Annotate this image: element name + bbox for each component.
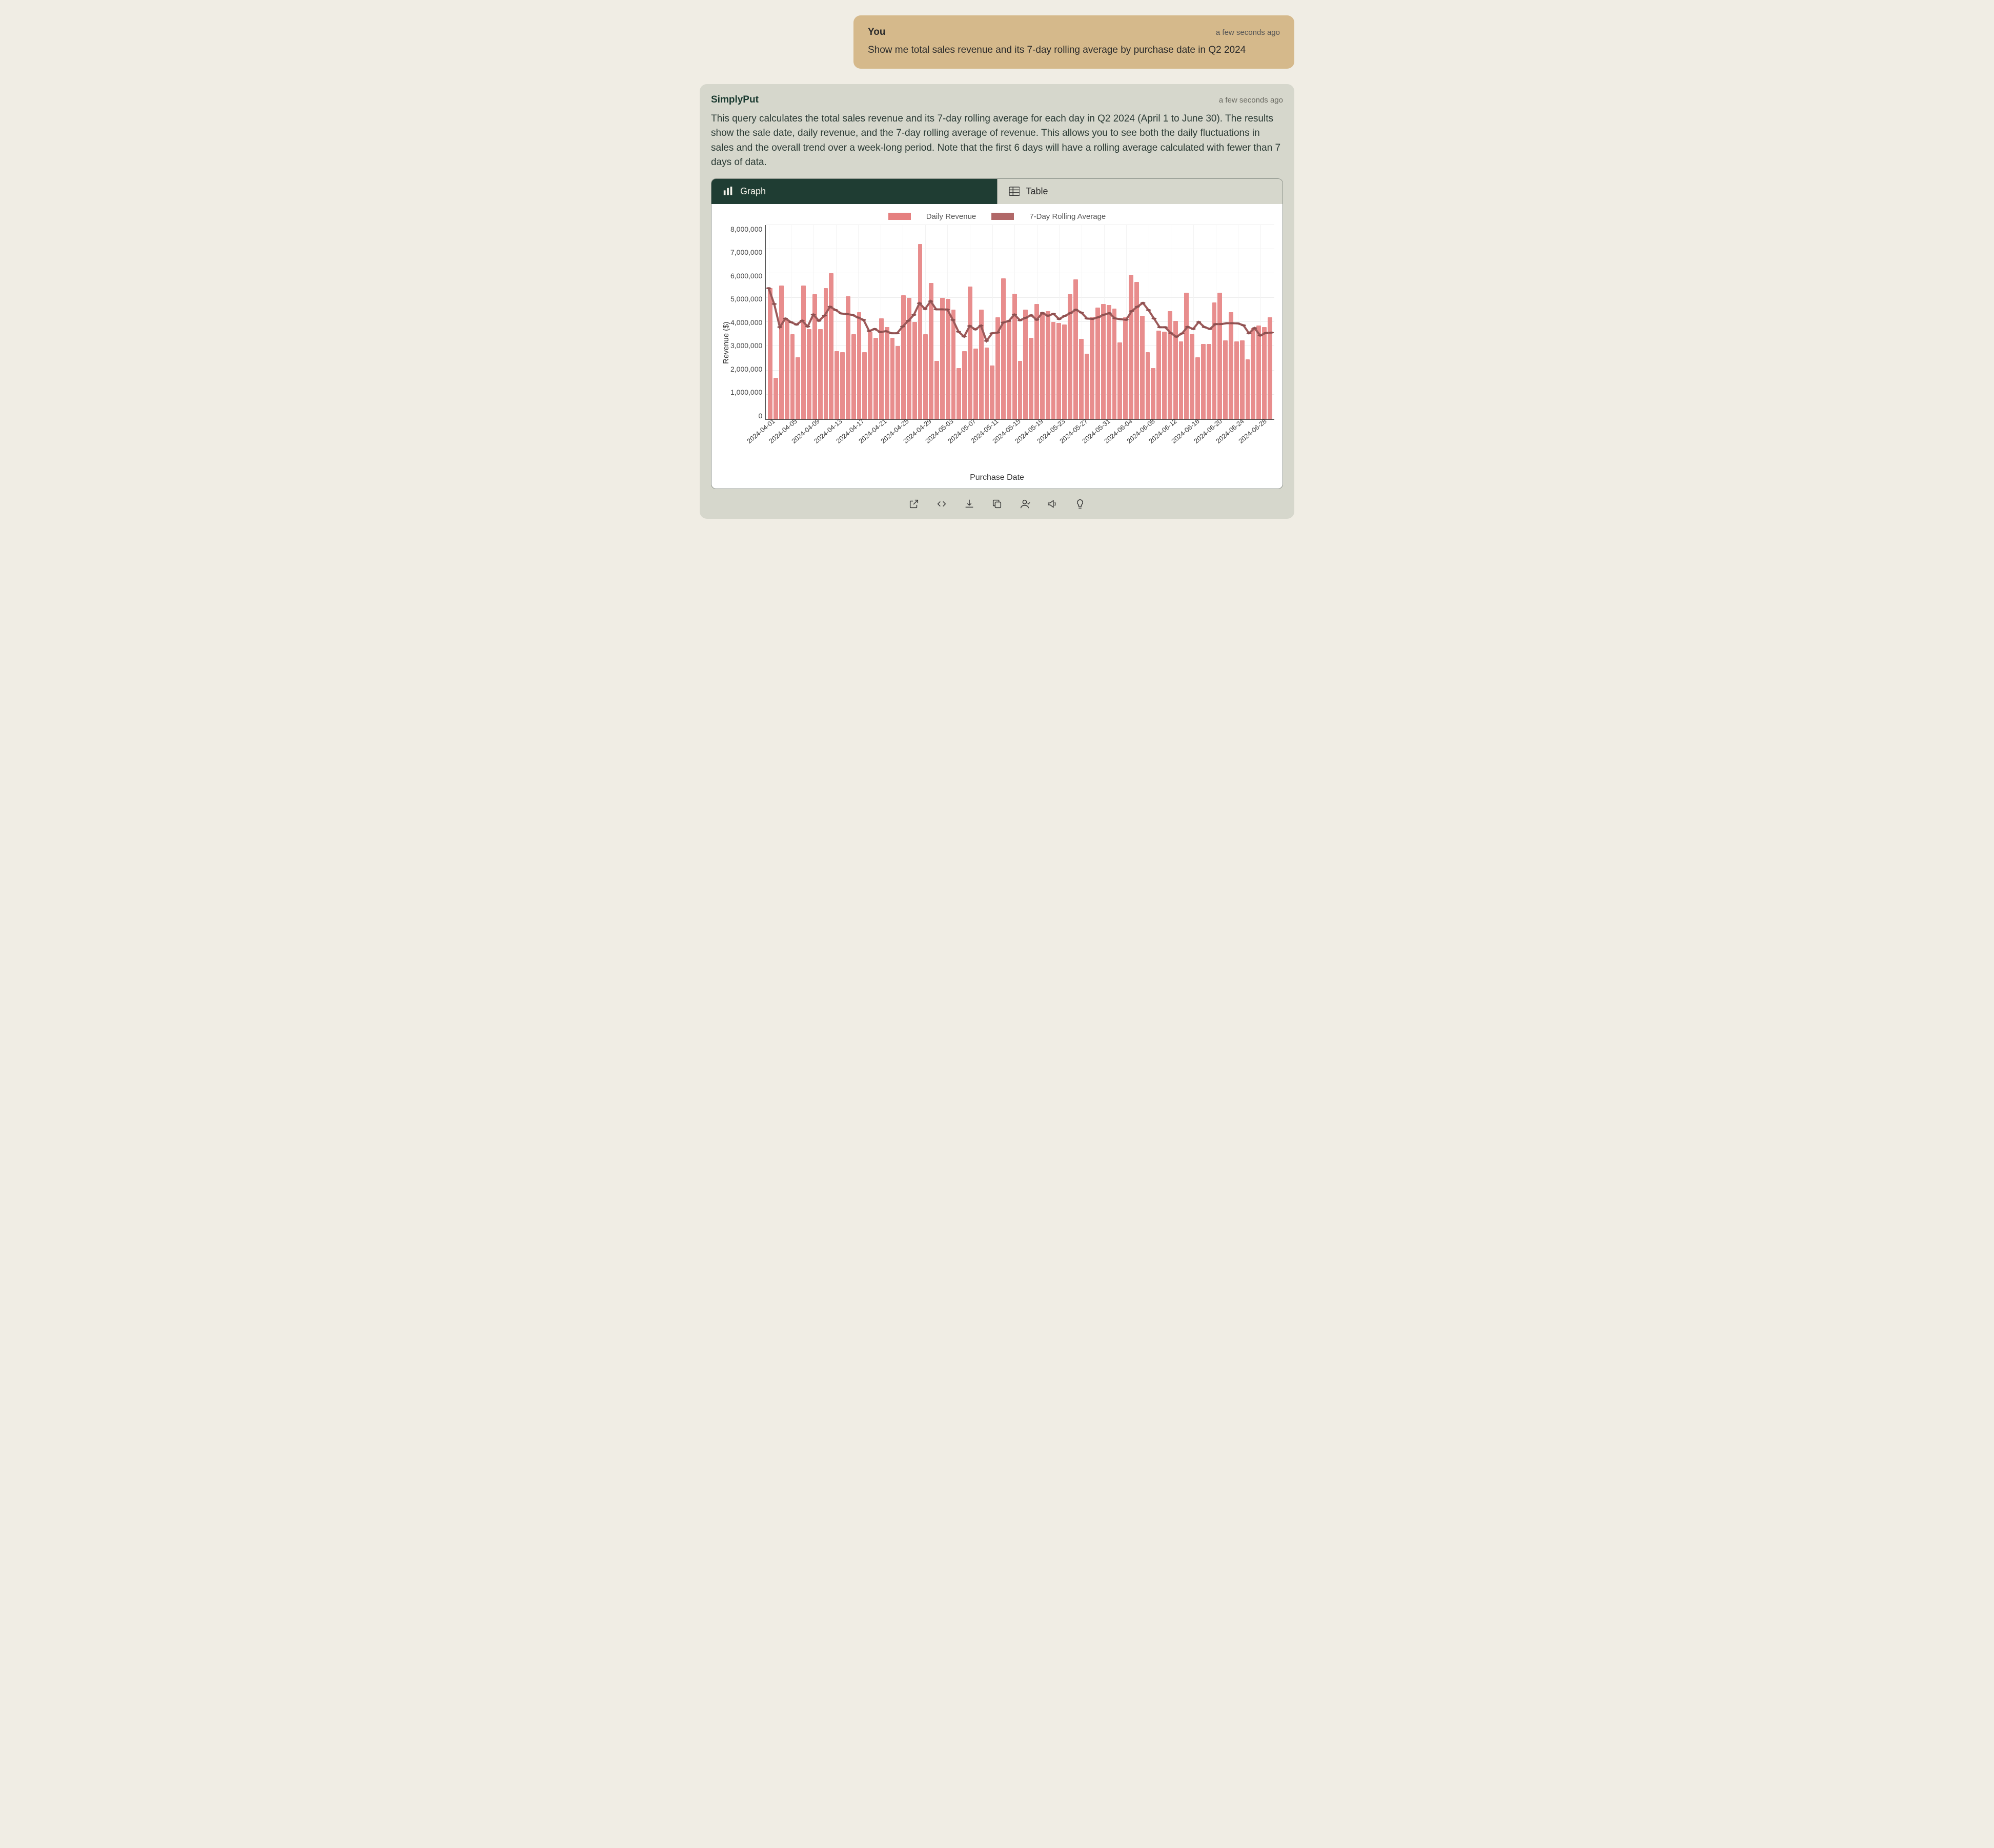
y-tick: 4,000,000 <box>730 318 762 327</box>
y-tick: 5,000,000 <box>730 295 762 303</box>
y-tick: 2,000,000 <box>730 365 762 373</box>
view-tabs: Graph Table <box>711 178 1283 204</box>
open-external-icon[interactable] <box>908 498 920 510</box>
download-icon[interactable] <box>964 498 975 510</box>
y-tick: 3,000,000 <box>730 341 762 350</box>
user-text: Show me total sales revenue and its 7-da… <box>868 43 1280 57</box>
user-timestamp: a few seconds ago <box>1216 28 1280 37</box>
table-icon <box>1009 187 1020 196</box>
result-toolbar <box>711 498 1283 510</box>
copy-icon[interactable] <box>991 498 1003 510</box>
legend-swatch-bar <box>888 213 911 220</box>
user-message: You a few seconds ago Show me total sale… <box>853 15 1294 69</box>
y-tick: 0 <box>759 412 763 420</box>
chart-card: Daily Revenue 7-Day Rolling Average Reve… <box>711 204 1283 489</box>
assistant-author: SimplyPut <box>711 94 759 106</box>
chart-legend: Daily Revenue 7-Day Rolling Average <box>720 210 1274 225</box>
legend-bar-label: Daily Revenue <box>926 212 976 221</box>
y-tick: 7,000,000 <box>730 248 762 256</box>
assistant-timestamp: a few seconds ago <box>1219 96 1283 105</box>
x-axis-label: Purchase Date <box>720 473 1274 482</box>
code-icon[interactable] <box>936 498 947 510</box>
hint-icon[interactable] <box>1074 498 1086 510</box>
y-axis-label: Revenue ($) <box>720 225 730 440</box>
legend-swatch-line <box>991 213 1014 220</box>
legend-line-label: 7-Day Rolling Average <box>1029 212 1106 221</box>
y-tick: 8,000,000 <box>730 225 762 233</box>
announce-icon[interactable] <box>1047 498 1058 510</box>
x-axis-ticks: 2024-04-012024-04-052024-04-092024-04-13… <box>766 419 1274 464</box>
tab-graph[interactable]: Graph <box>711 179 997 204</box>
y-axis-ticks: 8,000,000 7,000,000 6,000,000 5,000,000 … <box>730 225 765 440</box>
assistant-message: SimplyPut a few seconds ago This query c… <box>700 84 1294 519</box>
y-tick: 6,000,000 <box>730 272 762 280</box>
tab-table-label: Table <box>1026 186 1048 197</box>
bar-chart-icon <box>723 187 734 196</box>
user-author: You <box>868 27 885 38</box>
y-tick: 1,000,000 <box>730 388 762 396</box>
plot-area[interactable]: 2024-04-012024-04-052024-04-092024-04-13… <box>765 225 1274 420</box>
tab-table[interactable]: Table <box>997 179 1283 204</box>
assistant-text: This query calculates the total sales re… <box>711 112 1283 170</box>
tab-graph-label: Graph <box>740 186 766 197</box>
verify-icon[interactable] <box>1019 498 1030 510</box>
line-series <box>766 225 1274 419</box>
